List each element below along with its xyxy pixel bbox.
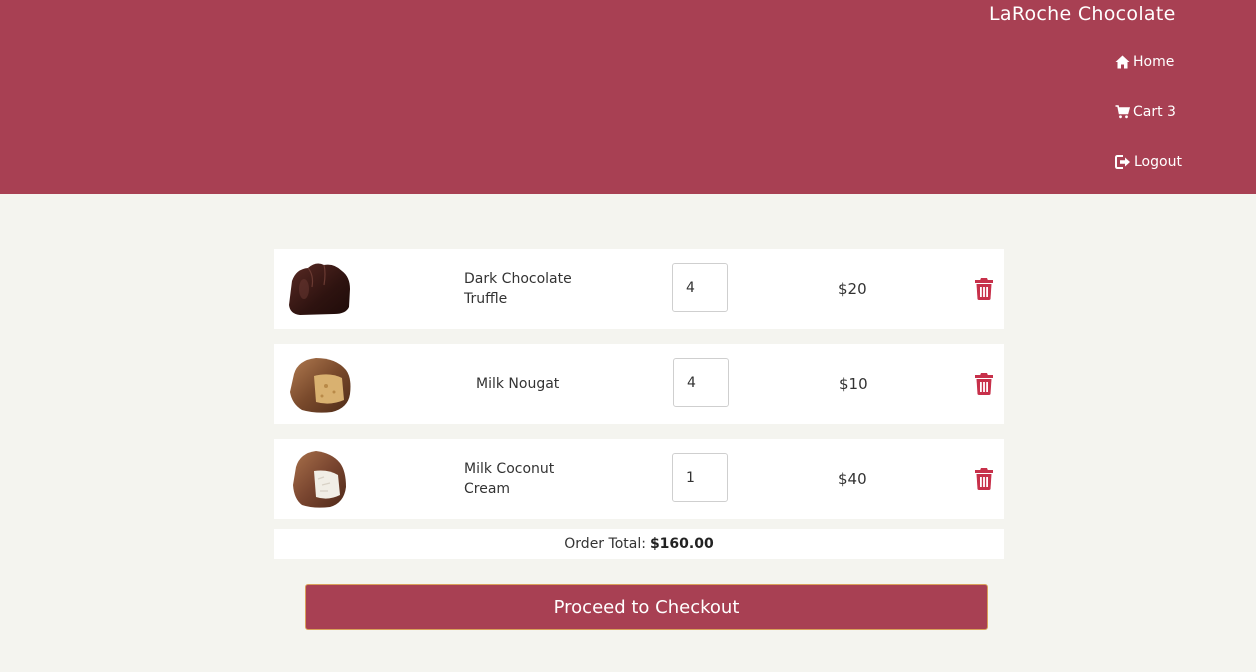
site-header: LaRoche Chocolate Home Cart 3 Logout [0,0,1256,194]
quantity-input[interactable] [673,358,729,407]
trash-icon[interactable] [974,467,994,491]
nav-logout-label: Logout [1134,154,1182,170]
milk-nougat-image [290,358,351,413]
trash-icon[interactable] [974,277,994,301]
nav-logout-link[interactable]: Logout [1115,152,1182,172]
quantity-input[interactable] [672,263,728,312]
product-name: Dark Chocolate Truffle [464,271,572,307]
product-name: Milk Nougat [476,376,560,392]
quantity-input[interactable] [672,453,728,502]
order-total: Order Total: $160.00 [274,529,1004,559]
product-name: Milk Coconut Cream [464,461,555,497]
trash-icon[interactable] [974,372,994,396]
brand-title: LaRoche Chocolate [989,3,1176,25]
nav-cart-link[interactable]: Cart 3 [1115,102,1176,122]
cart-item-row: Milk Nougat $10 [274,344,1004,424]
nav-cart-label: Cart 3 [1133,104,1176,120]
dark-chocolate-truffle-image [289,263,350,315]
cart-icon [1115,105,1130,119]
order-total-value: $160.00 [649,536,714,552]
product-price: $20 [838,280,867,298]
milk-coconut-cream-image [293,451,346,508]
product-price: $40 [838,470,867,488]
order-total-label: Order Total: [564,536,646,552]
proceed-to-checkout-button[interactable]: Proceed to Checkout [305,584,988,630]
cart-item-row: Dark Chocolate Truffle $20 [274,249,1004,329]
logout-icon [1115,155,1130,169]
nav-home-label: Home [1133,54,1175,70]
home-icon [1115,55,1130,69]
product-price: $10 [839,375,868,393]
nav-home-link[interactable]: Home [1115,52,1174,72]
cart-item-row: Milk Coconut Cream $40 [274,439,1004,519]
